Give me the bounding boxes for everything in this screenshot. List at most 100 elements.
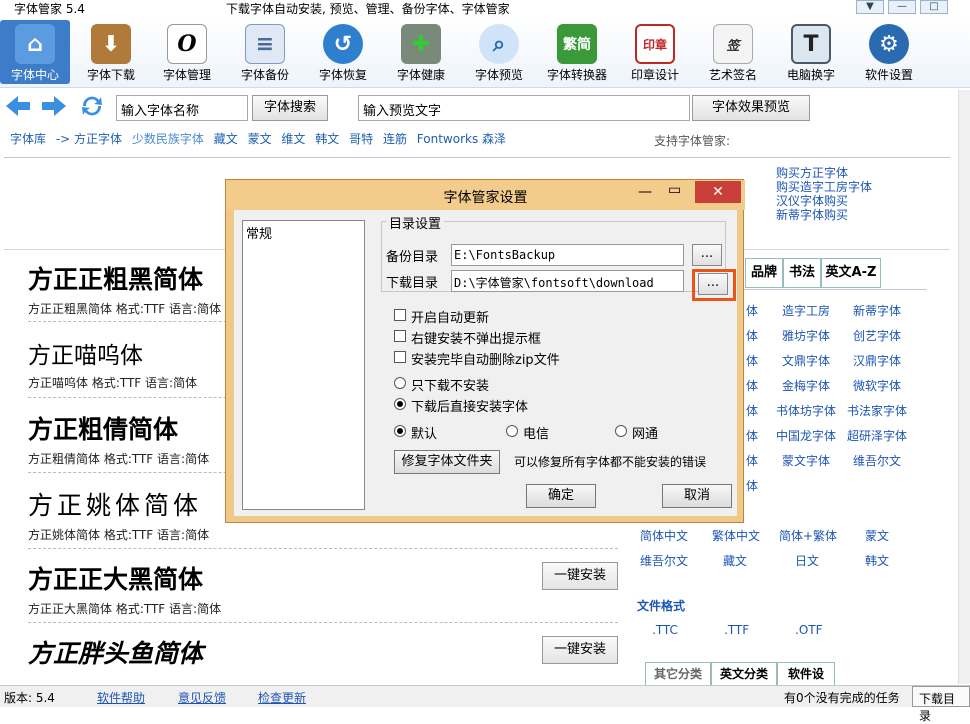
language-link[interactable]: 繁体中文 [712,527,760,544]
category-link[interactable]: 书体坊字体 [776,402,836,419]
refresh-icon[interactable] [78,94,106,118]
category-link[interactable]: 体 [746,302,758,319]
toolbar-font-restore[interactable]: ↺ 字体恢复 [308,20,378,84]
toolbar-art-signature[interactable]: 签 艺术签名 [698,20,768,84]
language-link[interactable]: 简体+繁体 [779,527,837,544]
toolbar-font-health[interactable]: ✚ 字体健康 [386,20,456,84]
maximize-icon[interactable]: ▭ [668,182,681,198]
feedback-link[interactable]: 意见反馈 [178,689,226,706]
category-link[interactable]: 金梅字体 [782,377,830,394]
category-link[interactable]: 新蒂字体 [853,302,901,319]
category-link[interactable]: 蒙文字体 [782,452,830,469]
browse-backup-button[interactable]: ... [692,244,722,266]
format-link[interactable]: .TTC [652,623,678,637]
category-link[interactable]: 中国龙字体 [776,427,836,444]
download-install-radio[interactable] [394,398,406,410]
language-link[interactable]: 韩文 [865,552,889,569]
backup-dir-field[interactable]: E:\FontsBackup [451,244,684,266]
breadcrumb-item[interactable]: 少数民族字体 [132,132,204,146]
category-link[interactable]: 体 [746,352,758,369]
breadcrumb-item[interactable]: 连筋 [383,132,407,146]
network-telecom-radio[interactable] [506,425,518,437]
toolbar-font-download[interactable]: ⬇ 字体下载 [76,20,146,84]
breadcrumb-item[interactable]: 蒙文 [248,132,272,146]
tab-calligraphy[interactable]: 书法 [783,258,821,288]
category-link[interactable]: 体 [746,477,758,494]
forward-arrow-icon[interactable] [40,94,68,118]
settings-category-list[interactable]: 常规 [242,220,365,510]
category-general[interactable]: 常规 [243,221,364,244]
category-link[interactable]: 文鼎字体 [782,352,830,369]
toolbar-font-center[interactable]: ⌂ 字体中心 [0,20,70,84]
toolbar-font-converter[interactable]: 繁简 字体转换器 [540,20,614,84]
category-link[interactable]: 维吾尔文 [853,452,901,469]
category-link[interactable]: 雅坊字体 [782,327,830,344]
check-update-link[interactable]: 检查更新 [258,689,306,706]
download-only-radio[interactable] [394,377,406,389]
install-button[interactable]: 一键安装 [542,636,618,664]
buy-link[interactable]: 新蒂字体购买 [776,208,872,222]
font-sample[interactable]: 方正正大黑简体 [28,560,608,596]
delete-zip-checkbox[interactable] [394,351,406,363]
preview-text-input[interactable]: 输入预览文字 [358,95,690,121]
toolbar-settings[interactable]: ⚙ 软件设置 [854,20,924,84]
network-default-radio[interactable] [394,425,406,437]
category-link[interactable]: 体 [746,452,758,469]
breadcrumb-item[interactable]: 藏文 [214,132,238,146]
category-link[interactable]: 超研泽字体 [847,427,907,444]
tab-brand[interactable]: 品牌 [745,258,783,288]
tab-english-category[interactable]: 英文分类 [711,662,777,686]
format-link[interactable]: .OTF [795,623,823,637]
help-link[interactable]: 软件帮助 [97,689,145,706]
breadcrumb-item[interactable]: 韩文 [315,132,339,146]
toolbar-font-preview[interactable]: ⌕ 字体预览 [464,20,534,84]
format-link[interactable]: .TTF [724,623,749,637]
scrollbar[interactable] [958,90,970,684]
breadcrumb-item[interactable]: 维文 [281,132,305,146]
close-icon[interactable]: ✕ [695,181,741,203]
toolbar-seal-design[interactable]: 印章 印章设计 [620,20,690,84]
network-netcom-radio[interactable] [615,425,627,437]
category-link[interactable]: 书法家字体 [847,402,907,419]
category-link[interactable]: 造字工房 [782,302,830,319]
language-link[interactable]: 简体中文 [640,527,688,544]
language-link[interactable]: 日文 [795,552,819,569]
category-link[interactable]: 汉鼎字体 [853,352,901,369]
category-link[interactable]: 体 [746,402,758,419]
breadcrumb-item[interactable]: Fontworks 森泽 [417,132,506,146]
buy-link[interactable]: 汉仪字体购买 [776,194,872,208]
install-button[interactable]: 一键安装 [542,562,618,590]
breadcrumb-item[interactable]: 哥特 [349,132,373,146]
language-link[interactable]: 维吾尔文 [640,552,688,569]
category-link[interactable]: 创艺字体 [853,327,901,344]
buy-link[interactable]: 购买方正字体 [776,166,872,180]
breadcrumb-item[interactable]: 字体库 [10,132,46,146]
font-search-button[interactable]: 字体搜索 [252,95,328,121]
cancel-button[interactable]: 取消 [662,484,732,508]
font-sample[interactable]: 方正胖头鱼简体 [28,634,608,670]
toolbar-font-backup[interactable]: ≡ 字体备份 [230,20,300,84]
minimize-icon[interactable]: — [888,0,916,14]
back-arrow-icon[interactable] [4,94,32,118]
auto-update-checkbox[interactable] [394,309,406,321]
category-link[interactable]: 体 [746,427,758,444]
category-link[interactable]: 体 [746,377,758,394]
font-name-input[interactable]: 输入字体名称 [116,95,248,121]
tab-other-category[interactable]: 其它分类 [645,662,711,686]
menu-icon[interactable]: ▼ [856,0,884,14]
breadcrumb-item[interactable]: -> 方正字体 [56,132,122,146]
tab-english[interactable]: 英文A-Z [821,258,881,288]
language-link[interactable]: 蒙文 [865,527,889,544]
category-link[interactable]: 体 [746,327,758,344]
toolbar-pc-font-swap[interactable]: T 电脑换字 [776,20,846,84]
no-prompt-checkbox[interactable] [394,330,406,342]
toolbar-font-manage[interactable]: O 字体管理 [152,20,222,84]
maximize-icon[interactable]: □ [920,0,948,14]
tab-software-settings[interactable]: 软件设 [777,662,835,686]
minimize-icon[interactable]: — [638,184,652,200]
download-dir-field[interactable]: D:\字体管家\fontsoft\download [451,270,684,292]
repair-font-folder-button[interactable]: 修复字体文件夹 [394,450,500,474]
category-link[interactable]: 微软字体 [853,377,901,394]
language-link[interactable]: 藏文 [723,552,747,569]
ok-button[interactable]: 确定 [526,484,596,508]
